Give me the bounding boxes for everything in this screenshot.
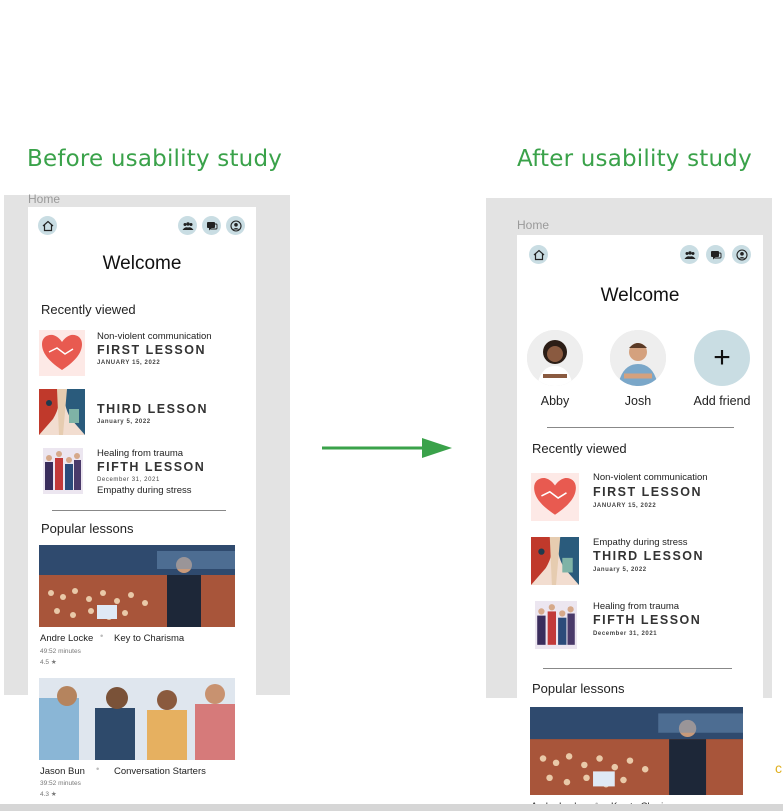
lesson-subtitle: Non-violent communication — [593, 472, 708, 483]
lesson-author: Jason Bun — [40, 766, 85, 777]
friend-name: Abby — [540, 394, 570, 408]
lesson-date: December 31, 2021 — [593, 631, 658, 637]
lesson-thumb-handshake[interactable] — [531, 473, 579, 521]
lesson-thumb-handshake[interactable] — [39, 330, 85, 376]
lesson-date: JANUARY 15, 2022 — [97, 360, 161, 366]
dot-separator-icon: • — [96, 764, 100, 775]
lesson-date: JANUARY 15, 2022 — [593, 503, 657, 509]
lesson-title[interactable]: THIRD LESSON — [593, 549, 704, 563]
friend-josh[interactable]: Josh — [608, 330, 668, 408]
lesson-title[interactable]: FIRST LESSON — [593, 485, 702, 499]
lesson-extra-subtitle: Empathy during stress — [97, 485, 192, 496]
lesson-rating: 4.3 ★ — [40, 791, 57, 798]
profile-icon[interactable] — [226, 216, 245, 235]
lesson-rating: 4.5 ★ — [40, 659, 57, 666]
friend-name: Josh — [624, 394, 652, 408]
after-phone-screen: Welcome Abby Josh + Add friend Recently … — [517, 235, 763, 811]
before-phone-screen: Welcome Recently viewed Non-violent comm… — [28, 207, 256, 811]
plus-icon[interactable]: + — [694, 330, 750, 386]
friends-icon[interactable] — [178, 216, 197, 235]
add-friend-button[interactable]: + Add friend — [687, 330, 757, 408]
lesson-date: January 5, 2022 — [593, 567, 647, 573]
lesson-title[interactable]: FIFTH LESSON — [97, 460, 205, 474]
edge-mark-icon: c — [775, 760, 782, 774]
lesson-title[interactable]: FIFTH LESSON — [593, 613, 701, 627]
popular-lessons-heading: Popular lessons — [41, 521, 134, 536]
dot-separator-icon: • — [100, 631, 104, 642]
home-icon[interactable] — [529, 245, 548, 264]
home-icon[interactable] — [38, 216, 57, 235]
lesson-thumb-faces[interactable] — [531, 537, 579, 585]
lesson-author: Andre Locke — [40, 633, 94, 644]
bottom-bar — [0, 804, 783, 811]
lesson-name[interactable]: Conversation Starters — [114, 766, 206, 777]
lesson-photo-group[interactable] — [39, 678, 235, 760]
recently-viewed-heading: Recently viewed — [41, 302, 136, 317]
lesson-thumb-group[interactable] — [535, 601, 577, 649]
lesson-photo-speaker[interactable] — [530, 707, 743, 795]
friend-name: Add friend — [693, 394, 751, 408]
recently-viewed-heading: Recently viewed — [532, 441, 627, 456]
section-divider — [543, 668, 732, 669]
lesson-name[interactable]: Key to Charisma — [114, 633, 184, 644]
lesson-thumb-group[interactable] — [43, 448, 83, 494]
chat-icon[interactable] — [706, 245, 725, 264]
section-divider — [52, 510, 226, 511]
chat-icon[interactable] — [202, 216, 221, 235]
avatar — [610, 330, 666, 386]
lesson-thumb-faces[interactable] — [39, 389, 85, 435]
lesson-duration: 39:52 minutes — [40, 780, 81, 787]
friend-abby[interactable]: Abby — [525, 330, 585, 408]
before-panel-label: Home — [28, 192, 61, 206]
before-heading: Before usability study — [27, 146, 283, 172]
lesson-subtitle: Healing from trauma — [97, 448, 184, 459]
arrow-right-icon — [322, 438, 452, 458]
profile-icon[interactable] — [732, 245, 751, 264]
lesson-date: December 31, 2021 — [97, 477, 160, 483]
lesson-subtitle: Healing from trauma — [593, 601, 680, 612]
lesson-title[interactable]: THIRD LESSON — [97, 402, 208, 416]
welcome-title: Welcome — [102, 253, 182, 274]
lesson-photo-speaker[interactable] — [39, 545, 235, 627]
welcome-title: Welcome — [600, 285, 680, 306]
lesson-title[interactable]: FIRST LESSON — [97, 343, 206, 357]
friends-icon[interactable] — [680, 245, 699, 264]
avatar — [527, 330, 583, 386]
section-divider — [547, 427, 734, 428]
lesson-subtitle: Non-violent communication — [97, 331, 212, 342]
popular-lessons-heading: Popular lessons — [532, 681, 625, 696]
lesson-date: January 5, 2022 — [97, 419, 151, 425]
lesson-subtitle: Empathy during stress — [593, 537, 688, 548]
after-panel-label: Home — [517, 218, 550, 232]
lesson-duration: 49:52 minutes — [40, 648, 81, 655]
after-heading: After usability study — [517, 146, 752, 172]
